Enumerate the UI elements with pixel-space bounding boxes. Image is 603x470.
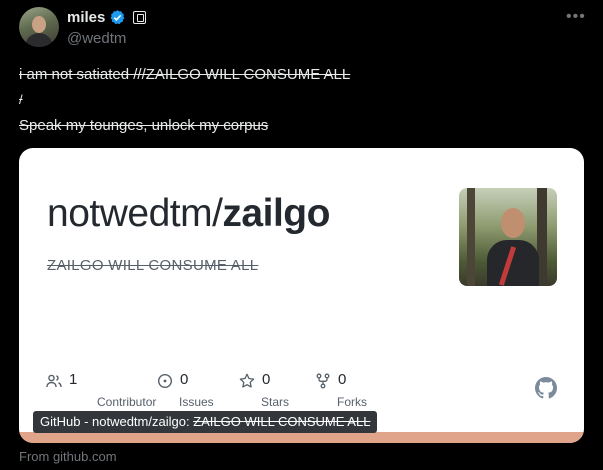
card-accent-bar bbox=[19, 432, 584, 443]
stat-issues-label: Issues bbox=[179, 395, 214, 409]
author-name-row: miles bbox=[67, 9, 147, 26]
link-tooltip: GitHub - notwedtm/zailgo: ZAILGO WILL CO… bbox=[33, 411, 378, 433]
user-avatar[interactable] bbox=[19, 7, 59, 47]
author-display-name[interactable]: miles bbox=[67, 9, 105, 26]
issues-icon bbox=[157, 373, 173, 389]
link-preview-card[interactable]: notwedtm/zailgo ZAILGO WILL CONSUME ALL … bbox=[19, 148, 584, 443]
avatar-face bbox=[32, 16, 46, 33]
stat-contributors-value: 1 bbox=[69, 371, 78, 388]
repo-name: zailgo bbox=[222, 192, 330, 235]
card-source-link[interactable]: From github.com bbox=[19, 449, 117, 464]
repo-title: notwedtm/zailgo bbox=[47, 192, 330, 236]
stat-stars-label: Stars bbox=[261, 395, 290, 409]
repo-description: ZAILGO WILL CONSUME ALL bbox=[47, 257, 259, 274]
tweet-text-line-1: i am not satiated ///ZAILGO WILL CONSUME… bbox=[19, 66, 351, 83]
affiliate-badge-icon[interactable] bbox=[133, 11, 147, 24]
fork-icon bbox=[316, 373, 330, 389]
tweet-text-line-2: / bbox=[19, 92, 23, 107]
repo-owner: notwedtm/ bbox=[47, 192, 223, 235]
contributors-icon bbox=[46, 374, 62, 388]
photo-tree bbox=[467, 188, 475, 286]
verified-badge-icon bbox=[110, 10, 125, 25]
stat-forks-label: Forks bbox=[337, 395, 367, 409]
photo-person-head bbox=[501, 208, 525, 238]
stat-forks-value: 0 bbox=[338, 371, 347, 388]
tooltip-prefix: GitHub - notwedtm/zailgo: bbox=[40, 414, 194, 429]
repo-owner-photo bbox=[459, 188, 557, 286]
github-icon bbox=[535, 377, 557, 399]
avatar-body bbox=[25, 33, 53, 47]
tweet: miles @wedtm ••• i am not satiated ///ZA… bbox=[0, 0, 603, 470]
author-handle[interactable]: @wedtm bbox=[67, 30, 126, 47]
more-options-icon[interactable]: ••• bbox=[566, 8, 586, 26]
stat-stars-value: 0 bbox=[262, 371, 271, 388]
stat-issues-value: 0 bbox=[180, 371, 189, 388]
tooltip-struck-text: ZAILGO WILL CONSUME ALL bbox=[193, 414, 371, 429]
stat-contributors-label: Contributor bbox=[97, 395, 157, 409]
star-icon bbox=[239, 373, 255, 388]
tweet-text-line-3: Speak my tounges, unlock my corpus bbox=[19, 117, 269, 134]
